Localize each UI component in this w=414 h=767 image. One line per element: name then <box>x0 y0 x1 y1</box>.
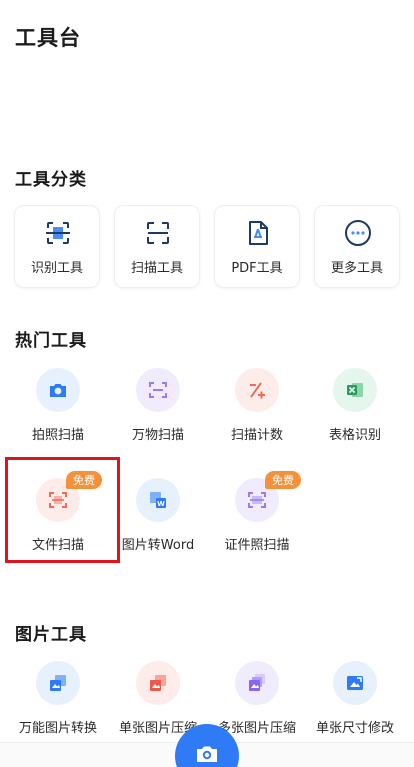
tool-icon-bg <box>36 661 80 705</box>
camera-icon <box>50 384 66 397</box>
tool-id-photo-scan[interactable]: 免费 证件照扫描 <box>207 471 307 568</box>
tool-label: 万能图片转换 <box>18 721 97 736</box>
tool-icon-bg <box>235 661 279 705</box>
tool-icon-bg <box>333 368 377 412</box>
section-title-categories: 工具分类 <box>15 170 87 190</box>
category-card-pdf[interactable]: PDF工具 <box>214 205 300 288</box>
scan-object-icon <box>149 382 167 398</box>
category-label: 识别工具 <box>30 261 83 276</box>
image-convert-icon <box>50 675 66 691</box>
image-resize-icon <box>347 676 363 690</box>
tool-table-recognize[interactable]: 表格识别 <box>305 368 405 458</box>
tool-icon-bg <box>333 661 377 705</box>
category-card-recognize[interactable]: 识别工具 <box>14 205 100 288</box>
multi-image-compress-icon <box>249 674 265 691</box>
tool-label: 扫描计数 <box>230 428 283 443</box>
image-compress-icon <box>150 675 166 691</box>
tool-label: 拍照扫描 <box>31 428 84 443</box>
tool-image-convert[interactable]: 万能图片转换 <box>8 661 108 751</box>
camera-icon <box>197 746 217 762</box>
tool-icon-bg: W <box>136 478 180 522</box>
tool-scan-count[interactable]: 扫描计数 <box>207 368 307 458</box>
id-card-scan-icon <box>248 492 266 508</box>
tool-icon-bg <box>36 368 80 412</box>
section-title-hot-tools: 热门工具 <box>15 331 87 351</box>
pdf-file-icon <box>249 221 268 245</box>
category-card-more[interactable]: 更多工具 <box>314 205 400 288</box>
section-title-image-tools: 图片工具 <box>15 625 87 645</box>
free-badge: 免费 <box>265 471 301 489</box>
more-dots-icon <box>345 220 371 246</box>
highlight-box <box>5 457 120 563</box>
tool-photo-scan[interactable]: 拍照扫描 <box>8 368 108 458</box>
tool-label: 证件照扫描 <box>224 538 290 553</box>
tool-image-to-word[interactable]: W 图片转Word <box>108 478 208 568</box>
tool-image-resize[interactable]: 单张尺寸修改 <box>305 661 405 751</box>
tool-icon-bg <box>136 368 180 412</box>
category-label: 扫描工具 <box>130 261 183 276</box>
page-title: 工具台 <box>15 26 81 50</box>
svg-text:W: W <box>157 500 165 508</box>
scan-recognize-icon <box>46 222 70 244</box>
tool-label: 表格识别 <box>328 428 381 443</box>
image-to-word-icon: W <box>150 492 166 508</box>
category-label: 更多工具 <box>330 261 383 276</box>
category-label: PDF工具 <box>231 261 283 276</box>
tool-icon-bg <box>235 368 279 412</box>
category-row: 识别工具 扫描工具 PDF工具 更多工具 <box>14 205 400 288</box>
tool-label: 单张尺寸修改 <box>315 721 394 736</box>
count-icon <box>250 382 265 399</box>
excel-icon <box>347 383 363 397</box>
tool-object-scan[interactable]: 万物扫描 <box>108 368 208 458</box>
scan-frame-icon <box>147 222 169 244</box>
tool-label: 万物扫描 <box>131 428 184 443</box>
tool-icon-bg <box>136 661 180 705</box>
category-card-scan[interactable]: 扫描工具 <box>114 205 200 288</box>
